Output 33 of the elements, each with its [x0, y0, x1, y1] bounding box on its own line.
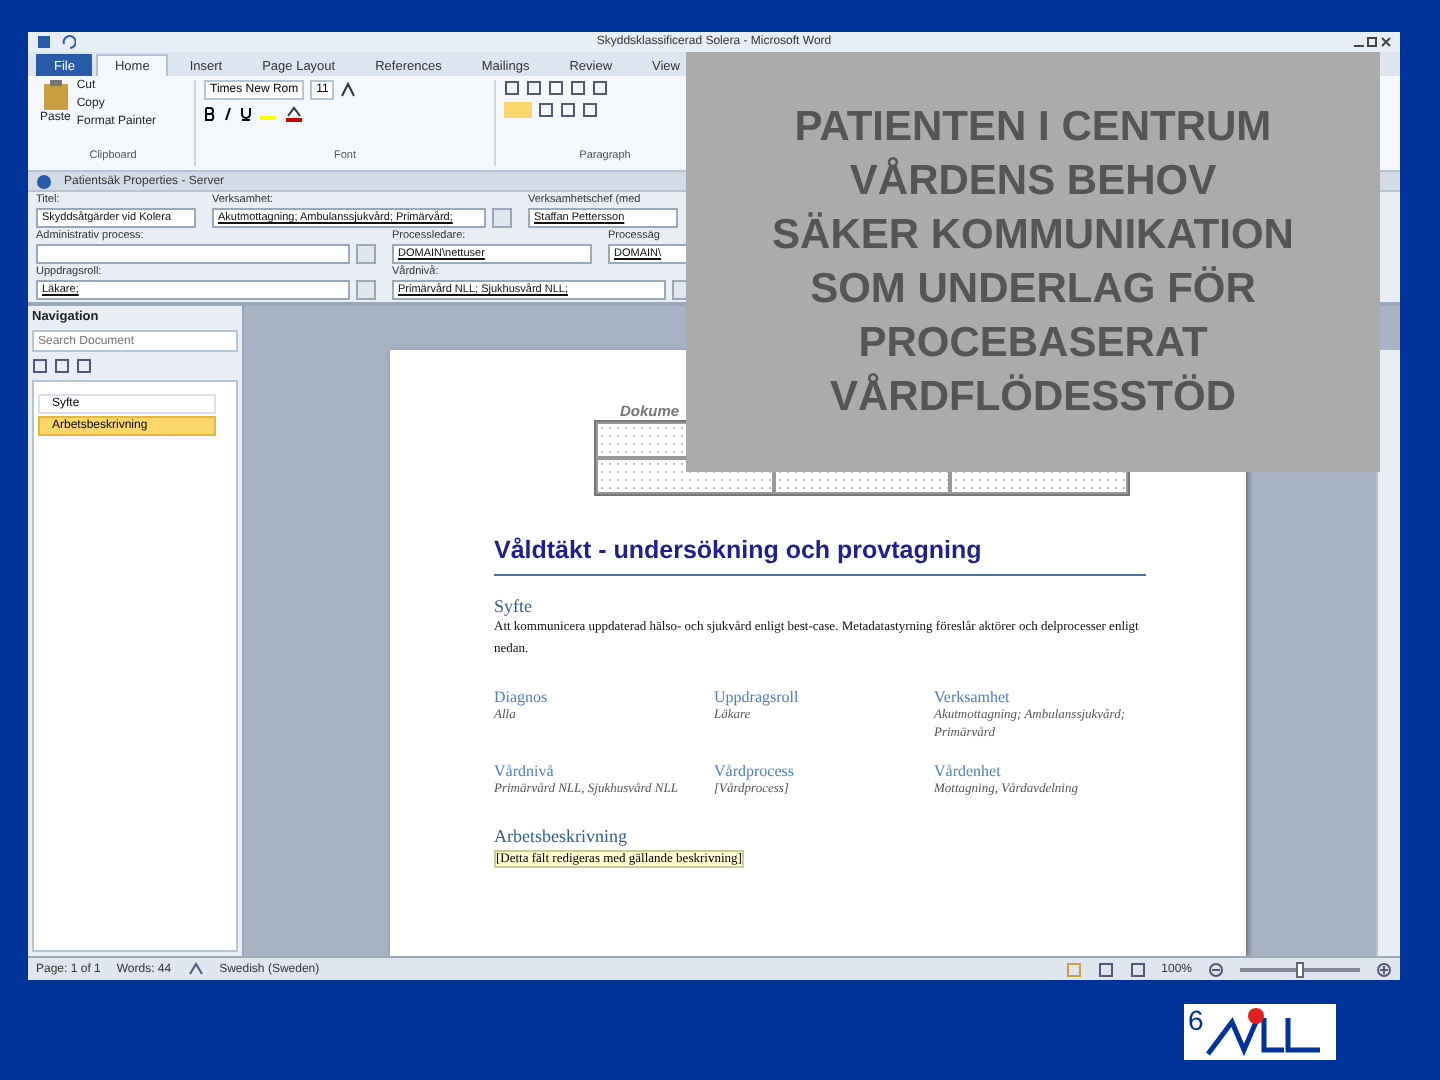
- metadata-label: Vårdnivå: [494, 762, 556, 780]
- property-field[interactable]: [36, 244, 350, 264]
- zoom-out-icon: [1208, 961, 1224, 977]
- vertical-scrollbar[interactable]: [1376, 350, 1400, 956]
- font-color-icon: [284, 106, 304, 122]
- overlay-heading: SOM UNDERLAG FÖR: [810, 264, 1256, 316]
- metadata-label: Vårdprocess: [714, 762, 796, 780]
- metadata-label: Vårdenhet: [934, 762, 1002, 780]
- zoom-in-icon: [1376, 961, 1392, 977]
- slide-number: 6: [1188, 1006, 1204, 1034]
- info-icon: [36, 173, 52, 189]
- undo-icon: [60, 34, 76, 50]
- metadata-label: Diagnos: [494, 688, 550, 706]
- save-icon: [36, 34, 52, 50]
- shading-swatch-icon: [504, 102, 532, 118]
- italic-icon: [222, 106, 234, 122]
- metadata-label: Uppdragsroll: [714, 688, 801, 706]
- bold-icon: [204, 106, 216, 122]
- lookup-button[interactable]: [492, 208, 512, 228]
- section-heading: Syfte: [494, 596, 534, 616]
- underline-icon: [240, 106, 252, 122]
- logo-drawing: [1203, 1006, 1324, 1058]
- clipboard-icon: [41, 80, 70, 112]
- section-heading: Arbetsbeskrivning: [494, 826, 629, 846]
- document-title: Våldtäkt - undersökning och provtagning: [494, 536, 1146, 576]
- overlay-heading: SÄKER KOMMUNIKATION: [772, 210, 1294, 262]
- window-controls-icon: [1352, 34, 1392, 50]
- overlay-heading: VÅRDENS BEHOV: [849, 155, 1217, 208]
- overlay-heading: PROCEBASERAT: [858, 318, 1208, 370]
- overlay-heading: PATIENTEN I CENTRUM: [794, 102, 1272, 154]
- metadata-label: Verksamhet: [934, 688, 1012, 706]
- overlay-heading: VÅRDFLÖDESSTÖD: [829, 371, 1236, 424]
- zoom-slider-thumb[interactable]: [1296, 961, 1304, 977]
